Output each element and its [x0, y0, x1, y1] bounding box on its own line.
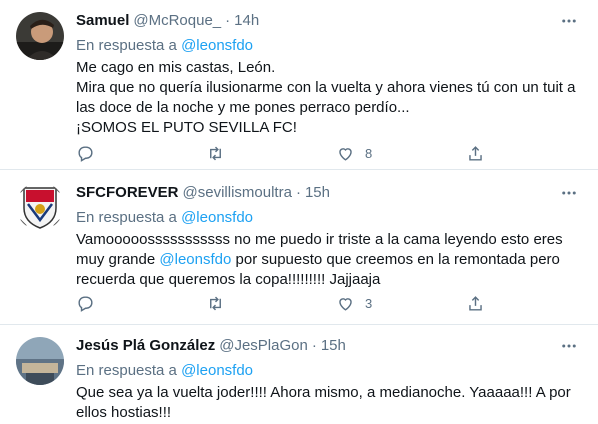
- avatar[interactable]: [16, 337, 64, 385]
- tweet-actions: 8: [76, 142, 506, 164]
- more-icon[interactable]: [556, 333, 582, 359]
- separator: ·: [295, 184, 301, 201]
- avatar[interactable]: [16, 12, 64, 60]
- separator: ·: [225, 12, 231, 29]
- tweet[interactable]: SFCFOREVER @sevillismoultra · 15h En res…: [0, 170, 598, 325]
- like-count: 3: [365, 295, 373, 311]
- like-icon: [339, 147, 352, 161]
- like-button[interactable]: 8: [336, 144, 376, 163]
- reply-button[interactable]: [76, 294, 116, 313]
- reply-icon: [78, 295, 93, 312]
- reply-mention[interactable]: @leonsfdo: [181, 209, 253, 226]
- reply-mention[interactable]: @leonsfdo: [181, 362, 253, 379]
- tweet-header: SFCFOREVER @sevillismoultra · 15h: [76, 184, 582, 206]
- timestamp[interactable]: 15h: [305, 184, 330, 201]
- reply-context: En respuesta a @leonsfdo: [76, 208, 582, 228]
- share-icon: [469, 145, 482, 161]
- more-icon[interactable]: [556, 8, 582, 34]
- separator: ·: [311, 337, 317, 354]
- timestamp[interactable]: 15h: [321, 337, 346, 354]
- tweet-text: Me cago en mis castas, León. Mira que no…: [76, 58, 582, 138]
- share-icon: [469, 295, 482, 311]
- like-icon: [339, 297, 352, 311]
- like-count: 8: [365, 145, 373, 161]
- tweet[interactable]: Samuel @McRoque_ · 14h En respuesta a @l…: [0, 0, 598, 170]
- share-button[interactable]: [466, 294, 506, 313]
- avatar[interactable]: [16, 182, 64, 230]
- author-name[interactable]: Samuel: [76, 12, 129, 29]
- tweet-header: Jesús Plá González @JesPlaGon · 15h: [76, 337, 582, 359]
- tweet-header: Samuel @McRoque_ · 14h: [76, 12, 582, 34]
- retweet-button[interactable]: [206, 294, 246, 313]
- more-icon[interactable]: [556, 180, 582, 206]
- author-name[interactable]: SFCFOREVER: [76, 184, 179, 201]
- reply-mention[interactable]: @leonsfdo: [181, 37, 253, 54]
- reply-context: En respuesta a @leonsfdo: [76, 36, 582, 56]
- retweet-button[interactable]: [206, 144, 246, 163]
- reply-icon: [78, 145, 93, 162]
- timestamp[interactable]: 14h: [234, 12, 259, 29]
- author-handle[interactable]: @McRoque_: [133, 12, 221, 29]
- tweet-line: ¡SOMOS EL PUTO SEVILLA FC!: [76, 119, 297, 136]
- tweet-text: Vamooooosssssssssss no me puedo ir trist…: [76, 230, 582, 290]
- tweet-line: Mira que no quería ilusionarme con la vu…: [76, 79, 576, 116]
- author-handle[interactable]: @JesPlaGon: [219, 337, 308, 354]
- reply-prefix: En respuesta a: [76, 37, 177, 54]
- tweet-text: Que sea ya la vuelta joder!!!! Ahora mis…: [76, 384, 571, 421]
- reply-prefix: En respuesta a: [76, 209, 177, 226]
- tweet-actions: 3: [76, 292, 506, 314]
- inline-mention[interactable]: @leonsfdo: [159, 251, 231, 268]
- share-button[interactable]: [466, 144, 506, 163]
- reply-prefix: En respuesta a: [76, 362, 177, 379]
- retweet-icon: [210, 146, 221, 160]
- reply-context: En respuesta a @leonsfdo: [76, 361, 582, 381]
- author-name[interactable]: Jesús Plá González: [76, 337, 215, 354]
- reply-button[interactable]: [76, 144, 116, 163]
- tweet[interactable]: Jesús Plá González @JesPlaGon · 15h En r…: [0, 325, 598, 424]
- tweet-line: Me cago en mis castas, León.: [76, 59, 276, 76]
- like-button[interactable]: 3: [336, 294, 376, 313]
- retweet-icon: [210, 296, 221, 310]
- author-handle[interactable]: @sevillismoultra: [183, 184, 292, 201]
